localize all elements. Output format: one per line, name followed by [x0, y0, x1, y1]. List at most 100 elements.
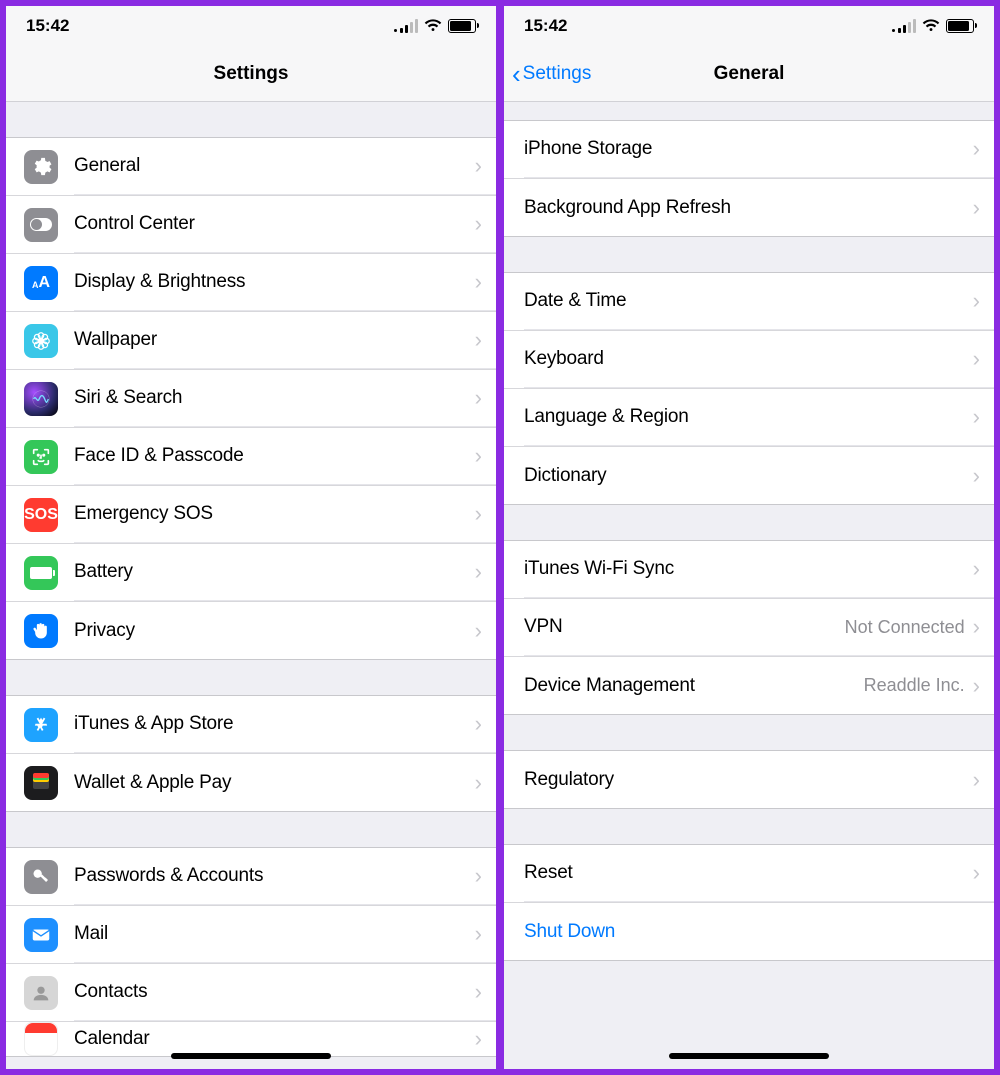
row-detail: Readdle Inc. — [864, 675, 965, 696]
row-contacts[interactable]: Contacts› — [6, 963, 496, 1021]
row-label: iTunes & App Store — [74, 713, 475, 735]
row-label: Shut Down — [524, 921, 980, 943]
nav-header: Settings — [6, 46, 496, 102]
row-device-management[interactable]: Device ManagementReaddle Inc.› — [504, 656, 994, 714]
status-time: 15:42 — [524, 16, 567, 36]
calendar-icon — [24, 1022, 58, 1056]
row-label: Calendar — [74, 1028, 475, 1050]
general-list[interactable]: iPhone Storage› Background App Refresh› … — [504, 102, 994, 1069]
row-label: Mail — [74, 923, 475, 945]
row-calendar[interactable]: Calendar› — [6, 1021, 496, 1056]
row-label: Privacy — [74, 620, 475, 642]
row-label: Wallet & Apple Pay — [74, 772, 475, 794]
row-label: Background App Refresh — [524, 197, 973, 219]
row-label: Emergency SOS — [74, 503, 475, 525]
chevron-right-icon: › — [973, 767, 980, 793]
home-indicator[interactable] — [669, 1053, 829, 1059]
row-control-center[interactable]: Control Center› — [6, 195, 496, 253]
chevron-right-icon: › — [475, 211, 482, 237]
row-label: Keyboard — [524, 348, 973, 370]
chevron-right-icon: › — [475, 385, 482, 411]
status-time: 15:42 — [26, 16, 69, 36]
settings-list[interactable]: General› Control Center› AA Display & Br… — [6, 102, 496, 1069]
row-label: iPhone Storage — [524, 138, 973, 160]
row-itunes-app-store[interactable]: iTunes & App Store› — [6, 695, 496, 753]
row-face-id-passcode[interactable]: Face ID & Passcode› — [6, 427, 496, 485]
wallet-icon — [24, 766, 58, 800]
row-display-brightness[interactable]: AA Display & Brightness› — [6, 253, 496, 311]
row-iphone-storage[interactable]: iPhone Storage› — [504, 120, 994, 178]
back-button[interactable]: ‹ Settings — [512, 46, 591, 101]
row-detail: Not Connected — [845, 617, 965, 638]
row-battery[interactable]: Battery› — [6, 543, 496, 601]
row-mail[interactable]: Mail› — [6, 905, 496, 963]
face-id-icon — [24, 440, 58, 474]
row-label: Display & Brightness — [74, 271, 475, 293]
general-screen: 15:42 ‹ Settings General iPhone Stora — [504, 6, 994, 1069]
chevron-right-icon: › — [475, 153, 482, 179]
status-bar: 15:42 — [504, 6, 994, 46]
chevron-right-icon: › — [475, 863, 482, 889]
chevron-right-icon: › — [973, 614, 980, 640]
row-itunes-wifi-sync[interactable]: iTunes Wi-Fi Sync› — [504, 540, 994, 598]
chevron-left-icon: ‹ — [512, 61, 521, 87]
row-label: Reset — [524, 862, 973, 884]
row-date-time[interactable]: Date & Time› — [504, 272, 994, 330]
chevron-right-icon: › — [475, 559, 482, 585]
chevron-right-icon: › — [475, 327, 482, 353]
chevron-right-icon: › — [475, 1026, 482, 1052]
row-keyboard[interactable]: Keyboard› — [504, 330, 994, 388]
chevron-right-icon: › — [475, 921, 482, 947]
row-emergency-sos[interactable]: SOS Emergency SOS› — [6, 485, 496, 543]
settings-screen: 15:42 Settings General› — [6, 6, 496, 1069]
row-label: Passwords & Accounts — [74, 865, 475, 887]
row-label: Control Center — [74, 213, 475, 235]
chevron-right-icon: › — [973, 136, 980, 162]
row-label: Dictionary — [524, 465, 973, 487]
row-regulatory[interactable]: Regulatory› — [504, 750, 994, 808]
row-wallpaper[interactable]: Wallpaper› — [6, 311, 496, 369]
page-title: Settings — [214, 63, 289, 85]
chevron-right-icon: › — [475, 979, 482, 1005]
battery-icon — [448, 19, 476, 33]
chevron-right-icon: › — [973, 288, 980, 314]
row-label: Regulatory — [524, 769, 973, 791]
row-wallet-apple-pay[interactable]: Wallet & Apple Pay› — [6, 753, 496, 811]
row-background-app-refresh[interactable]: Background App Refresh› — [504, 178, 994, 236]
chevron-right-icon: › — [475, 770, 482, 796]
flower-icon — [24, 324, 58, 358]
row-passwords-accounts[interactable]: Passwords & Accounts› — [6, 847, 496, 905]
home-indicator[interactable] — [171, 1053, 331, 1059]
cellular-signal-icon — [892, 19, 916, 33]
row-label: VPN — [524, 616, 845, 638]
siri-icon — [24, 382, 58, 416]
chevron-right-icon: › — [973, 673, 980, 699]
row-privacy[interactable]: Privacy› — [6, 601, 496, 659]
row-vpn[interactable]: VPNNot Connected › — [504, 598, 994, 656]
row-label: Date & Time — [524, 290, 973, 312]
battery-icon — [946, 19, 974, 33]
row-label: General — [74, 155, 475, 177]
status-bar: 15:42 — [6, 6, 496, 46]
page-title: General — [714, 63, 785, 85]
chevron-right-icon: › — [475, 501, 482, 527]
chevron-right-icon: › — [973, 463, 980, 489]
back-label: Settings — [523, 63, 592, 85]
row-siri-search[interactable]: Siri & Search› — [6, 369, 496, 427]
row-shut-down[interactable]: Shut Down — [504, 902, 994, 960]
chevron-right-icon: › — [973, 556, 980, 582]
wifi-icon — [922, 19, 940, 33]
text-size-icon: AA — [24, 266, 58, 300]
row-general[interactable]: General› — [6, 137, 496, 195]
chevron-right-icon: › — [973, 860, 980, 886]
row-label: Contacts — [74, 981, 475, 1003]
contacts-icon — [24, 976, 58, 1010]
chevron-right-icon: › — [475, 269, 482, 295]
chevron-right-icon: › — [973, 404, 980, 430]
app-store-icon — [24, 708, 58, 742]
row-language-region[interactable]: Language & Region› — [504, 388, 994, 446]
mail-icon — [24, 918, 58, 952]
row-dictionary[interactable]: Dictionary› — [504, 446, 994, 504]
chevron-right-icon: › — [475, 618, 482, 644]
row-reset[interactable]: Reset› — [504, 844, 994, 902]
